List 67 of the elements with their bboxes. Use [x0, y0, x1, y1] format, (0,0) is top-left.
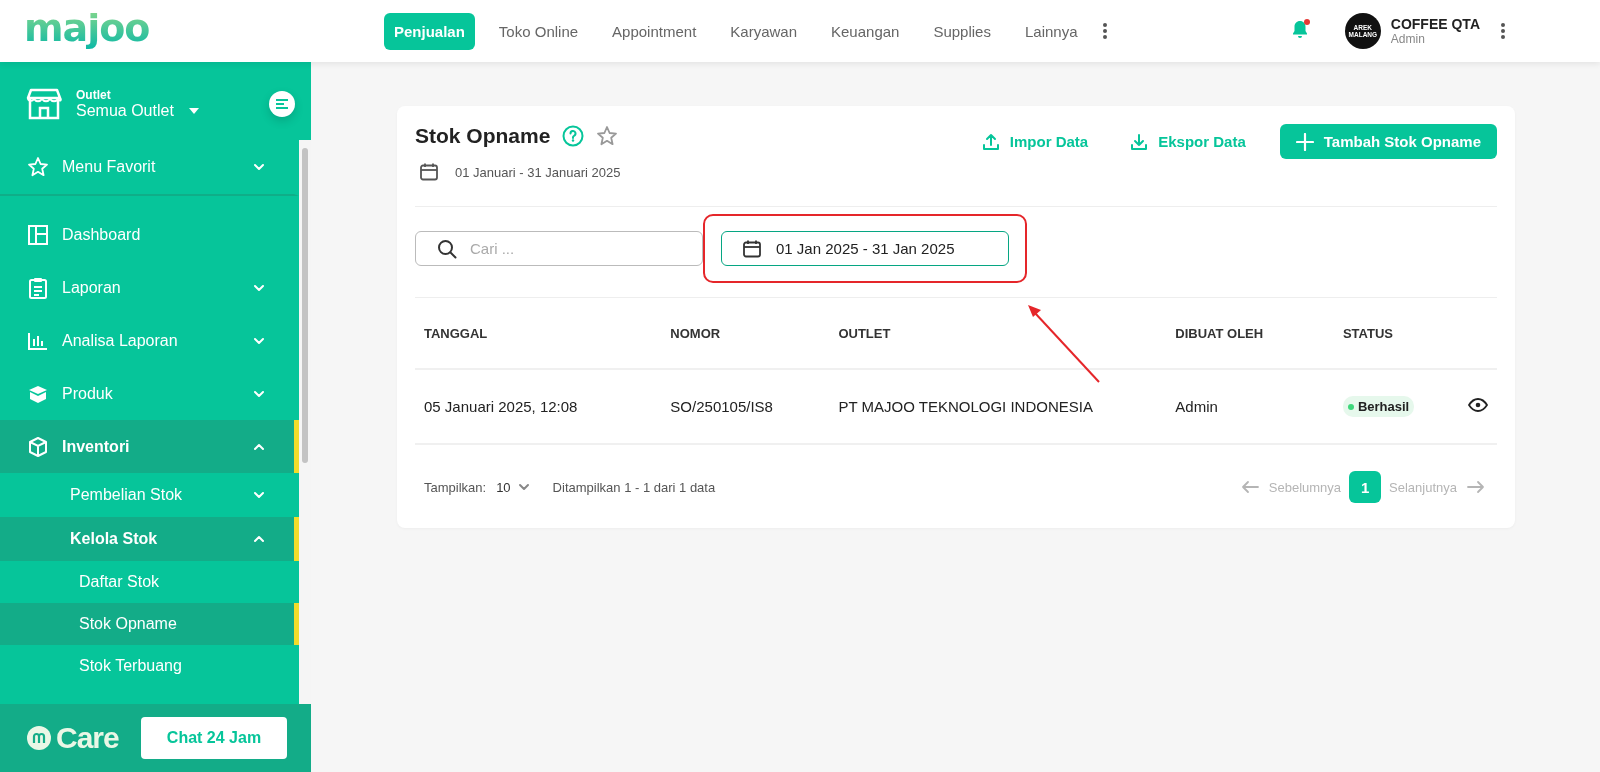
table-cell: PT MAJOO TEKNOLOGI INDONESIA: [829, 369, 1167, 444]
export-button[interactable]: Ekspor Data: [1122, 126, 1254, 157]
sidebar-item[interactable]: Stok Terbuang: [0, 645, 299, 687]
nav-tab[interactable]: Supplies: [923, 12, 1001, 50]
calendar-icon: [742, 238, 762, 259]
star-icon[interactable]: [596, 125, 619, 147]
add-button[interactable]: Tambah Stok Opname: [1279, 124, 1497, 159]
menu-icon: [275, 98, 289, 110]
sidebar-item[interactable]: Dashboard: [0, 208, 299, 261]
import-button[interactable]: Impor Data: [973, 126, 1097, 157]
nav-tab[interactable]: Karyawan: [720, 12, 807, 50]
page-size-dropdown[interactable]: 10: [496, 479, 531, 495]
page-size-label: Tampilkan:: [424, 479, 487, 495]
pagination-summary: Ditampilkan 1 - 1 dari 1 data: [552, 479, 716, 495]
dashboard-icon: [27, 223, 49, 246]
star-icon: [27, 156, 49, 178]
collapse-button[interactable]: [269, 91, 295, 117]
search-field[interactable]: Cari ...: [415, 231, 703, 266]
page-title: Stok Opname: [415, 124, 551, 148]
column-header: OUTLET: [829, 298, 1167, 369]
account-role: Admin: [1390, 32, 1426, 46]
report-icon: [27, 276, 49, 299]
column-header: TANGGAL: [415, 298, 662, 369]
outlet-dropdown[interactable]: Semua Outlet: [76, 102, 200, 120]
sidebar-item[interactable]: Inventori: [0, 420, 299, 473]
cube-icon: [27, 435, 49, 458]
sidebar-item[interactable]: Produk: [0, 367, 299, 420]
table-cell: 05 Januari 2025, 12:08: [415, 369, 662, 444]
bell-icon[interactable]: [1290, 19, 1309, 39]
more-icon[interactable]: [1500, 22, 1506, 40]
column-header: NOMOR: [661, 298, 830, 369]
chat-button[interactable]: Chat 24 Jam: [141, 717, 287, 759]
column-header: STATUS: [1333, 298, 1459, 369]
table-cell: SO/250105/IS8: [661, 369, 830, 444]
scrollbar[interactable]: [302, 148, 308, 463]
arrow-left-icon: [1240, 480, 1259, 494]
m-logo-icon: [26, 725, 52, 751]
column-header: DIBUAT OLEH: [1166, 298, 1334, 369]
status-badge: Berhasil: [1342, 396, 1415, 418]
arrow-right-icon: [1467, 480, 1485, 494]
care-logo: Care: [56, 721, 119, 755]
sidebar-item[interactable]: Pembelian Stok: [0, 473, 299, 517]
help-icon[interactable]: [562, 125, 585, 147]
nav-tab[interactable]: Lainnya: [1014, 12, 1088, 50]
sidebar-item[interactable]: Stok Opname: [0, 603, 299, 645]
calendar-icon: [419, 162, 439, 182]
nav-tab[interactable]: Keuangan: [821, 12, 910, 50]
date-range-picker[interactable]: 01 Jan 2025 - 31 Jan 2025: [721, 231, 1009, 266]
nav-tab[interactable]: Toko Online: [488, 12, 589, 50]
sidebar-item[interactable]: Daftar Stok: [0, 561, 299, 603]
eye-icon[interactable]: [1468, 398, 1488, 412]
account-name: COFFEE QTA: [1390, 16, 1480, 32]
table-cell: Admin: [1166, 369, 1334, 444]
download-icon: [1130, 132, 1149, 151]
nav-tab[interactable]: Penjualan: [384, 12, 475, 50]
outlet-label: Outlet: [76, 88, 112, 102]
plus-icon: [1295, 132, 1314, 151]
page-number[interactable]: 1: [1349, 471, 1382, 503]
caret-icon: [187, 107, 200, 115]
more-icon[interactable]: [1101, 22, 1108, 40]
sidebar-item[interactable]: Laporan: [0, 261, 299, 314]
upload-icon: [981, 132, 1000, 151]
period-text: 01 Januari - 31 Januari 2025: [455, 164, 621, 180]
sidebar-item[interactable]: Kelola Stok: [0, 517, 299, 561]
sidebar-item[interactable]: Analisa Laporan: [0, 314, 299, 367]
nav-tab[interactable]: Appointment: [602, 12, 707, 50]
store-icon: [26, 86, 62, 122]
